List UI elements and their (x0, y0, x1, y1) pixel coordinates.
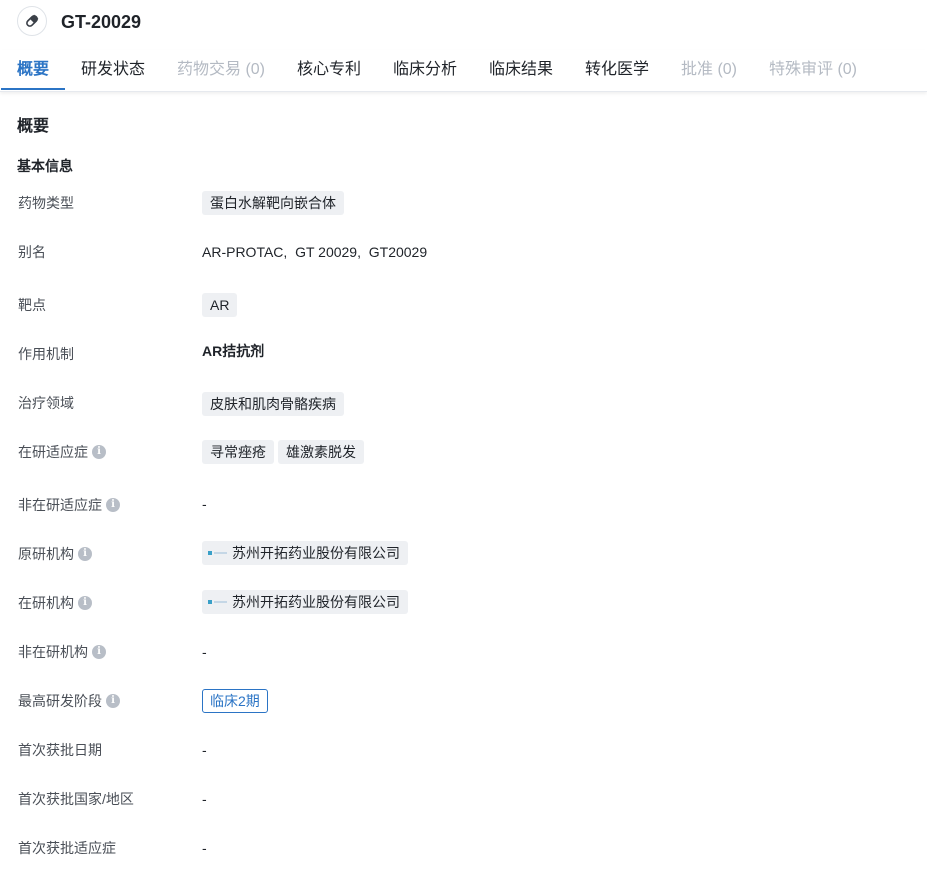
tab-clinical-analysis[interactable]: 临床分析 (393, 60, 457, 80)
active-org-label: 在研机构 i (18, 594, 92, 612)
inactive-indication-label-text: 非在研适应症 (18, 497, 102, 513)
inactive-org-text: - (202, 644, 207, 660)
info-icon[interactable]: i (92, 645, 106, 659)
organization-tag[interactable]: 苏州开拓药业股份有限公司 (202, 590, 408, 614)
pill-icon (17, 6, 47, 36)
active-indication-label: 在研适应症 i (18, 443, 106, 461)
therapeutic-area-value: 皮肤和肌肉骨骼疾病 (202, 392, 344, 416)
target-value: AR (202, 293, 238, 317)
first-approval-region-text: - (202, 791, 207, 807)
alias-text: AR-PROTAC, GT 20029, GT20029 (202, 244, 428, 260)
first-approval-indication-label-text: 首次获批适应症 (18, 840, 116, 856)
tab-clinical-results[interactable]: 临床结果 (489, 60, 553, 80)
active-indication-value: 寻常痤疮 雄激素脱发 (202, 440, 364, 464)
inactive-indication-label: 非在研适应症 i (18, 496, 120, 514)
target-label-text: 靶点 (18, 297, 46, 313)
tab-translational-medicine[interactable]: 转化医学 (585, 60, 649, 80)
active-org-value: 苏州开拓药业股份有限公司 (202, 590, 408, 614)
tab-approval: 批准 (0) (681, 61, 738, 78)
tab-special-review: 特殊审评 (0) (769, 61, 858, 78)
first-approval-region-label: 首次获批国家/地区 (18, 790, 134, 808)
info-icon[interactable]: i (92, 445, 106, 459)
first-approval-date-text: - (202, 742, 207, 758)
first-approval-region-value: - (202, 790, 207, 808)
first-approval-date-label: 首次获批日期 (18, 741, 102, 759)
originator-value: 苏州开拓药业股份有限公司 (202, 541, 408, 565)
tab-bar: 概要 研发状态 药物交易 (0) 核心专利 临床分析 临床结果 转化医学 批准 … (0, 50, 927, 92)
company-logo-icon (208, 548, 228, 558)
therapeutic-area-tag[interactable]: 皮肤和肌肉骨骼疾病 (202, 392, 344, 416)
info-icon[interactable]: i (78, 596, 92, 610)
section-title: 概要 (17, 118, 50, 135)
first-approval-indication-label: 首次获批适应症 (18, 839, 116, 857)
active-org-label-text: 在研机构 (18, 595, 74, 611)
phase-badge: 临床2期 (202, 689, 268, 713)
active-tab-indicator (1, 88, 65, 90)
first-approval-region-label-text: 首次获批国家/地区 (18, 791, 134, 807)
organization-name: 苏州开拓药业股份有限公司 (232, 594, 400, 610)
tab-rd-status[interactable]: 研发状态 (81, 60, 145, 80)
company-logo-icon (208, 597, 228, 607)
page-header: GT-20029 (0, 0, 927, 46)
basic-info-title: 基本信息 (17, 158, 73, 174)
mechanism-value: AR拮抗剂 (202, 342, 264, 360)
mechanism-label: 作用机制 (18, 345, 74, 363)
inactive-org-value: - (202, 643, 207, 661)
mechanism-label-text: 作用机制 (18, 346, 74, 362)
first-approval-date-value: - (202, 741, 207, 759)
info-icon[interactable]: i (106, 498, 120, 512)
organization-name: 苏州开拓药业股份有限公司 (232, 545, 400, 561)
indication-tag[interactable]: 寻常痤疮 (202, 440, 274, 464)
target-tag[interactable]: AR (202, 293, 238, 317)
drug-type-tag[interactable]: 蛋白水解靶向嵌合体 (202, 191, 344, 215)
active-indication-label-text: 在研适应症 (18, 444, 88, 460)
inactive-org-label: 非在研机构 i (18, 643, 106, 661)
alias-value: AR-PROTAC, GT 20029, GT20029 (202, 243, 427, 261)
therapeutic-area-label: 治疗领域 (18, 394, 74, 412)
inactive-org-label-text: 非在研机构 (18, 644, 88, 660)
mechanism-text[interactable]: AR拮抗剂 (202, 342, 264, 360)
highest-phase-label-text: 最高研发阶段 (18, 693, 102, 709)
organization-tag[interactable]: 苏州开拓药业股份有限公司 (202, 541, 408, 565)
first-approval-indication-text: - (202, 840, 207, 856)
target-label: 靶点 (18, 296, 46, 314)
highest-phase-label: 最高研发阶段 i (18, 692, 120, 710)
indication-tag[interactable]: 雄激素脱发 (278, 440, 364, 464)
tab-core-patents[interactable]: 核心专利 (297, 60, 361, 80)
alias-label: 别名 (18, 243, 46, 261)
drug-type-label: 药物类型 (18, 194, 74, 212)
originator-label: 原研机构 i (18, 545, 92, 563)
inactive-indication-text: - (202, 496, 207, 512)
inactive-indication-value: - (202, 495, 207, 513)
drug-type-label-text: 药物类型 (18, 195, 74, 211)
therapeutic-area-label-text: 治疗领域 (18, 395, 74, 411)
highest-phase-value: 临床2期 (202, 689, 268, 713)
alias-label-text: 别名 (18, 244, 46, 260)
drug-title: GT-20029 (61, 12, 142, 32)
originator-label-text: 原研机构 (18, 546, 74, 562)
first-approval-indication-value: - (202, 839, 207, 857)
first-approval-date-label-text: 首次获批日期 (18, 742, 102, 758)
drug-type-value: 蛋白水解靶向嵌合体 (202, 191, 344, 215)
info-icon[interactable]: i (106, 694, 120, 708)
info-icon[interactable]: i (78, 547, 92, 561)
tab-overview[interactable]: 概要 (17, 60, 49, 80)
tab-drug-deals: 药物交易 (0) (177, 61, 266, 78)
